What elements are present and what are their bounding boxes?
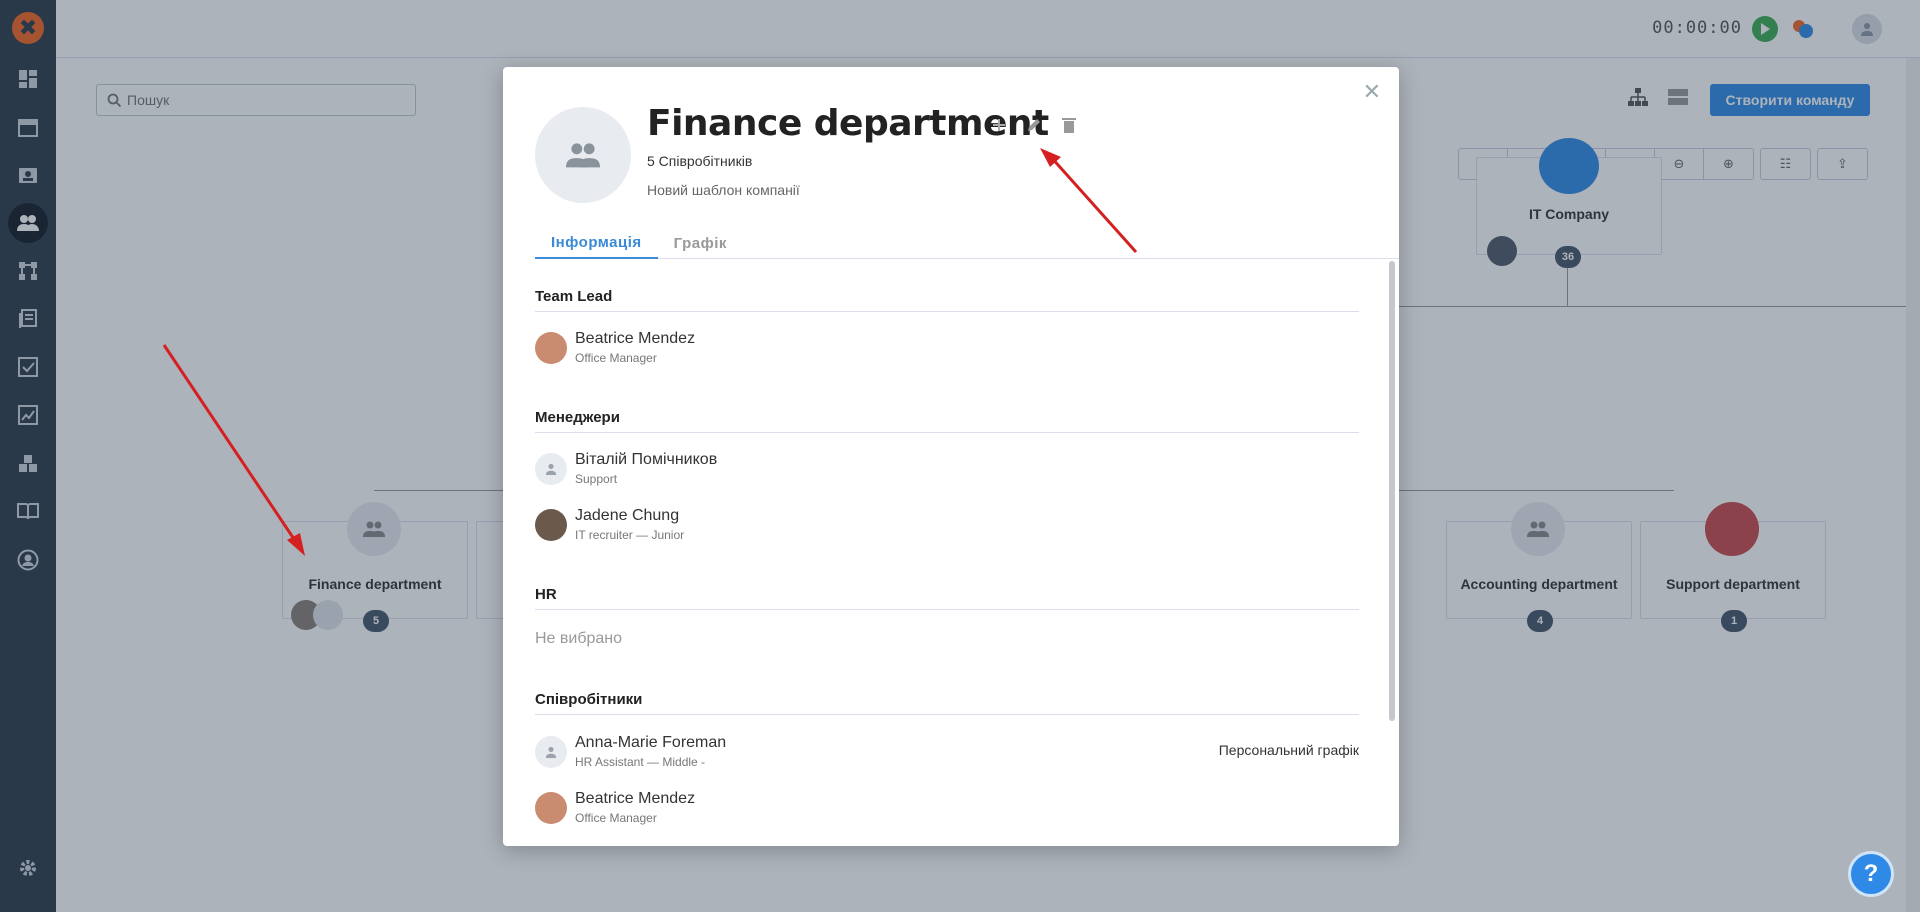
person-icon — [545, 746, 557, 758]
department-avatar — [535, 107, 631, 203]
person-row[interactable]: Beatrice Mendez Office Manager — [535, 790, 1359, 830]
tab-schedule[interactable]: Графік — [658, 227, 743, 259]
section-title-managers: Менеджери — [535, 409, 1359, 433]
company-template[interactable]: Новий шаблон компанії — [647, 182, 800, 198]
section-title-hr: HR — [535, 586, 1359, 610]
person-name: Віталій Помічников — [575, 451, 718, 468]
delete-trash-icon[interactable] — [1062, 117, 1076, 133]
edit-pencil-icon[interactable] — [1026, 117, 1042, 133]
person-row[interactable]: Anna-Marie Foreman HR Assistant — Middle… — [535, 734, 1359, 774]
avatar — [535, 332, 567, 364]
personal-schedule-link[interactable]: Персональний графік — [1219, 742, 1359, 758]
modal-scrollbar[interactable] — [1389, 261, 1395, 721]
person-role: Office Manager — [575, 351, 657, 365]
section-title-team-lead: Team Lead — [535, 288, 1359, 312]
person-role: IT recruiter — Junior — [575, 528, 685, 542]
modal-body: Team Lead Beatrice Mendez Office Manager… — [535, 260, 1359, 846]
department-title: Finance department — [647, 103, 1049, 144]
person-role: HR Assistant — Middle - — [575, 755, 706, 769]
avatar — [535, 792, 567, 824]
person-row[interactable]: Beatrice Mendez Office Manager — [535, 330, 1359, 370]
department-modal: ✕ Finance department 5 Співробітників Но… — [503, 67, 1399, 846]
person-role: Office Manager — [575, 811, 657, 825]
question-icon: ? — [1863, 860, 1879, 887]
employee-count: 5 Співробітників — [647, 153, 753, 169]
close-icon[interactable]: ✕ — [1363, 81, 1381, 103]
person-role: Support — [575, 472, 618, 486]
avatar — [535, 736, 567, 768]
person-row[interactable]: Jadene Chung IT recruiter — Junior — [535, 507, 1359, 547]
person-row[interactable]: Віталій Помічников Support — [535, 451, 1359, 491]
person-name: Anna-Marie Foreman — [575, 734, 727, 751]
person-name: Jadene Chung — [575, 507, 680, 524]
person-name: Beatrice Mendez — [575, 330, 696, 347]
person-icon — [545, 463, 557, 475]
person-name: Beatrice Mendez — [575, 790, 696, 807]
team-icon — [566, 143, 600, 168]
tab-info[interactable]: Інформація — [535, 227, 658, 259]
title-actions — [992, 117, 1076, 133]
add-icon[interactable] — [992, 118, 1006, 132]
avatar — [535, 453, 567, 485]
section-title-employees: Співробітники — [535, 691, 1359, 715]
modal-tabs: Інформація Графік — [535, 227, 1399, 259]
help-button[interactable]: ? — [1848, 851, 1894, 897]
avatar — [535, 509, 567, 541]
hr-not-selected: Не вибрано — [535, 630, 623, 647]
